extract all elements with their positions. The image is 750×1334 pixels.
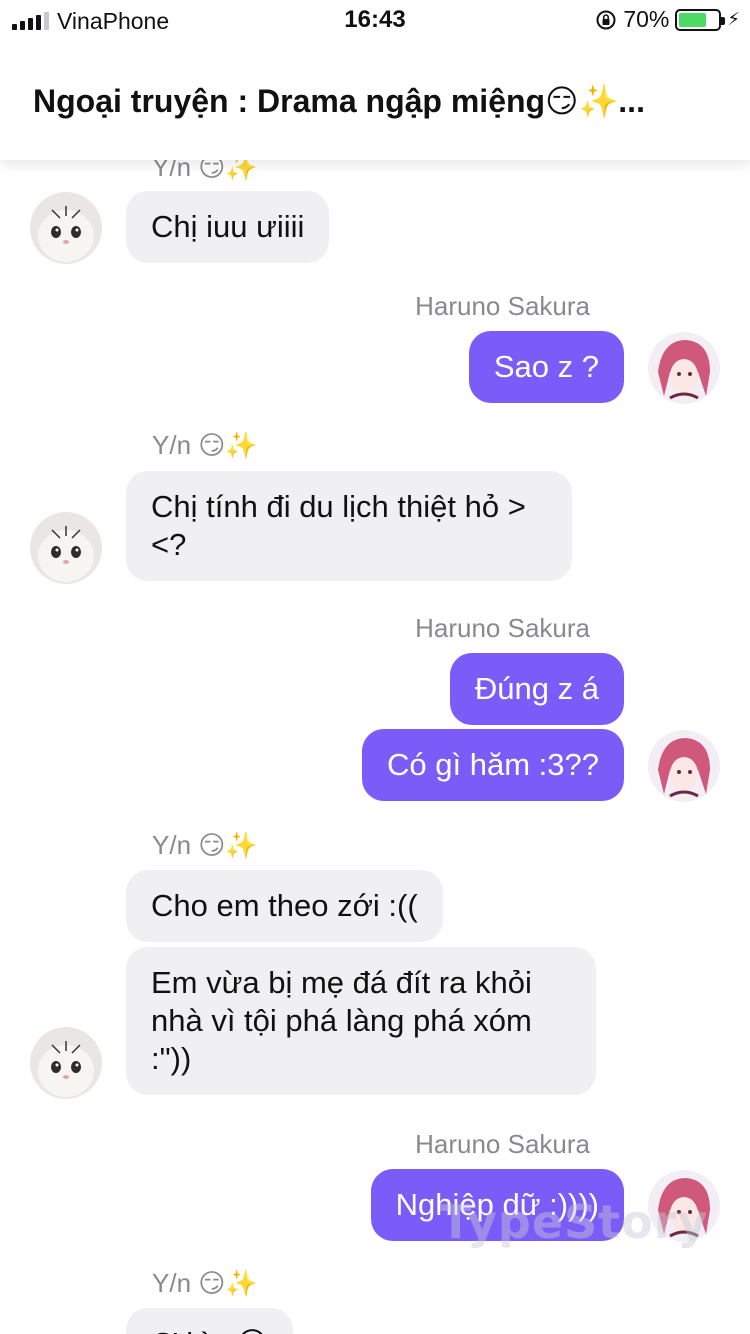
sakura-avatar[interactable] bbox=[648, 332, 720, 404]
message-bubble: Em vừa bị mẹ đá đít ra khỏi nhà vì tội p… bbox=[126, 947, 596, 1095]
battery-percent: 70% bbox=[623, 6, 670, 32]
rotation-lock-icon bbox=[595, 9, 617, 31]
story-title[interactable]: Ngoại truyện : Drama ngập miệng😏✨... bbox=[33, 82, 645, 120]
sender-name: Y/n 😏✨ bbox=[152, 830, 258, 860]
status-right: 70% ⚡ bbox=[595, 6, 740, 33]
charging-icon: ⚡ bbox=[727, 9, 740, 29]
sender-name: Haruno Sakura bbox=[415, 613, 590, 643]
status-bar: VinaPhone 16:43 70% ⚡ bbox=[0, 0, 750, 40]
battery-icon bbox=[675, 8, 726, 31]
sender-name: Y/n 😏✨ bbox=[152, 160, 258, 182]
message-bubble: Đúng z á bbox=[449, 653, 624, 725]
sender-name: Haruno Sakura bbox=[415, 291, 590, 321]
sakura-avatar[interactable] bbox=[648, 730, 720, 802]
cat-avatar[interactable] bbox=[30, 1027, 102, 1099]
message-bubble: Có gì hăm :3?? bbox=[362, 729, 624, 801]
cat-avatar[interactable] bbox=[30, 512, 102, 584]
chat-area[interactable]: Y/n 😏✨ Chị iuu ưiiii Haruno Sakura Sao z… bbox=[0, 160, 750, 1334]
sender-name: Y/n 😏✨ bbox=[152, 430, 258, 460]
battery-fill bbox=[679, 12, 706, 27]
cat-avatar[interactable] bbox=[30, 192, 102, 264]
watermark: TypeStory bbox=[440, 1195, 709, 1249]
message-bubble: Chị tính đi du lịch thiệt hỏ ><? bbox=[126, 471, 572, 581]
message-bubble: Ơ kìa 😏 bbox=[126, 1308, 294, 1334]
message-bubble: Cho em theo zới :(( bbox=[126, 870, 443, 942]
sender-name: Y/n 😏✨ bbox=[152, 1268, 258, 1298]
sender-name: Haruno Sakura bbox=[415, 1129, 590, 1159]
message-bubble: Sao z ? bbox=[468, 331, 624, 403]
message-bubble: Chị iuu ưiiii bbox=[126, 191, 330, 263]
story-header: Ngoại truyện : Drama ngập miệng😏✨... bbox=[0, 40, 750, 160]
